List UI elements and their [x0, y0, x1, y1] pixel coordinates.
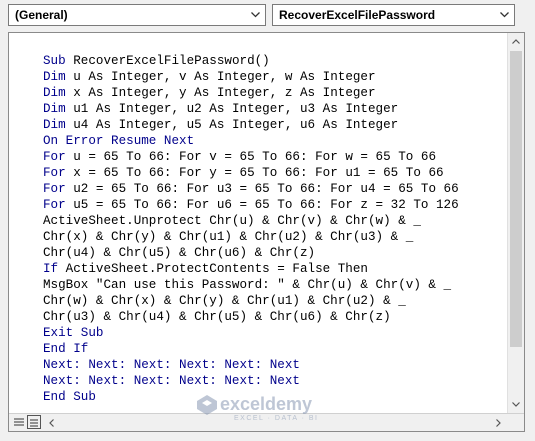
procedure-combo[interactable]: RecoverExcelFilePassword — [272, 4, 515, 26]
code-keyword: Sub — [43, 54, 66, 68]
code-keyword: If — [43, 262, 59, 276]
code-window: Sub RecoverExcelFilePassword() Dim u As I… — [8, 32, 525, 432]
code-keyword: Next: Next: Next: Next: Next: Next — [43, 358, 300, 372]
exceldemy-logo-icon — [197, 395, 217, 415]
code-keyword: Dim — [43, 86, 66, 100]
code-line: MsgBox "Can use this Password: " & Chr(u… — [43, 277, 459, 293]
code-line: Next: Next: Next: Next: Next: Next — [43, 373, 459, 389]
object-combo[interactable]: (General) — [8, 4, 266, 26]
code-keyword: End If — [43, 342, 89, 356]
code-line: Dim u1 As Integer, u2 As Integer, u3 As … — [43, 101, 459, 117]
code-text-span: u5 = 65 To 66: For u6 = 65 To 66: For z … — [65, 198, 459, 212]
arrow-right-icon[interactable] — [490, 415, 506, 430]
code-line: Dim u As Integer, v As Integer, w As Int… — [43, 69, 459, 85]
code-text-span: ActiveSheet.ProtectContents = False Then — [58, 262, 368, 276]
procedure-combo-value: RecoverExcelFilePassword — [279, 8, 436, 22]
code-line: For u = 65 To 66: For v = 65 To 66: For … — [43, 149, 459, 165]
full-module-view-icon[interactable] — [27, 415, 41, 429]
code-line: Next: Next: Next: Next: Next: Next — [43, 357, 459, 373]
code-line: For u5 = 65 To 66: For u6 = 65 To 66: Fo… — [43, 197, 459, 213]
vertical-scrollbar[interactable] — [507, 33, 524, 413]
code-keyword: Dim — [43, 118, 66, 132]
code-keyword: End Sub — [43, 390, 96, 404]
code-text: Sub RecoverExcelFilePassword() Dim u As I… — [43, 53, 459, 405]
code-text-span: u4 As Integer, u5 As Integer, u6 As Inte… — [65, 118, 399, 132]
code-line: For x = 65 To 66: For y = 65 To 66: For … — [43, 165, 459, 181]
chevron-down-icon[interactable] — [494, 5, 514, 25]
object-combo-value: (General) — [15, 8, 68, 22]
code-line: Chr(x) & Chr(y) & Chr(u1) & Chr(u2) & Ch… — [43, 229, 459, 245]
code-keyword: Dim — [43, 70, 66, 84]
vertical-scroll-thumb[interactable] — [510, 51, 522, 347]
code-keyword: For — [43, 150, 66, 164]
code-line: Chr(u3) & Chr(u4) & Chr(u5) & Chr(u6) & … — [43, 309, 459, 325]
code-line: Chr(w) & Chr(x) & Chr(y) & Chr(u1) & Chr… — [43, 293, 459, 309]
code-text-span: x As Integer, y As Integer, z As Integer — [65, 86, 376, 100]
code-line: On Error Resume Next — [43, 133, 459, 149]
code-keyword: Dim — [43, 102, 66, 116]
code-line: For u2 = 65 To 66: For u3 = 65 To 66: Fo… — [43, 181, 459, 197]
code-text-span: u1 As Integer, u2 As Integer, u3 As Inte… — [65, 102, 399, 116]
code-keyword: On Error Resume Next — [43, 134, 195, 148]
arrow-up-icon[interactable] — [508, 33, 524, 50]
code-text-span: Chr(x) & Chr(y) & Chr(u1) & Chr(u2) & Ch… — [43, 230, 414, 244]
watermark-brand: exceldemy — [220, 394, 313, 414]
code-line: Chr(u4) & Chr(u5) & Chr(u6) & Chr(z) — [43, 245, 459, 261]
code-line: If ActiveSheet.ProtectContents = False T… — [43, 261, 459, 277]
code-keyword: For — [43, 198, 66, 212]
code-text-span: RecoverExcelFilePassword() — [65, 54, 270, 68]
code-line: Dim x As Integer, y As Integer, z As Int… — [43, 85, 459, 101]
code-keyword: For — [43, 182, 66, 196]
code-text-span: u2 = 65 To 66: For u3 = 65 To 66: For u4… — [65, 182, 459, 196]
code-keyword: Exit Sub — [43, 326, 104, 340]
code-line: Exit Sub — [43, 325, 459, 341]
code-line: Dim u4 As Integer, u5 As Integer, u6 As … — [43, 117, 459, 133]
watermark-logo: exceldemy EXCEL · DATA · BI — [196, 392, 346, 432]
code-text-span: Chr(w) & Chr(x) & Chr(y) & Chr(u1) & Chr… — [43, 294, 406, 308]
code-line: End If — [43, 341, 459, 357]
arrow-down-icon[interactable] — [508, 396, 524, 413]
code-text-span: u = 65 To 66: For v = 65 To 66: For w = … — [65, 150, 437, 164]
code-text-span: Chr(u3) & Chr(u4) & Chr(u5) & Chr(u6) & … — [43, 310, 391, 324]
code-editor[interactable]: Sub RecoverExcelFilePassword() Dim u As I… — [9, 33, 507, 413]
code-keyword: Next: Next: Next: Next: Next: Next — [43, 374, 300, 388]
code-text-span: u As Integer, v As Integer, w As Integer — [65, 70, 376, 84]
code-line: ActiveSheet.Unprotect Chr(u) & Chr(v) & … — [43, 213, 459, 229]
chevron-down-icon[interactable] — [245, 5, 265, 25]
code-text-span: ActiveSheet.Unprotect Chr(u) & Chr(v) & … — [43, 214, 421, 228]
arrow-left-icon[interactable] — [43, 415, 59, 430]
code-keyword: For — [43, 166, 66, 180]
code-text-span: MsgBox "Can use this Password: " & Chr(u… — [43, 278, 452, 292]
code-line: Sub RecoverExcelFilePassword() — [43, 53, 459, 69]
procedure-view-icon[interactable] — [12, 415, 26, 429]
watermark-tagline: EXCEL · DATA · BI — [234, 415, 319, 422]
code-text-span: x = 65 To 66: For y = 65 To 66: For u1 =… — [65, 166, 444, 180]
code-text-span: Chr(u4) & Chr(u5) & Chr(u6) & Chr(z) — [43, 246, 316, 260]
